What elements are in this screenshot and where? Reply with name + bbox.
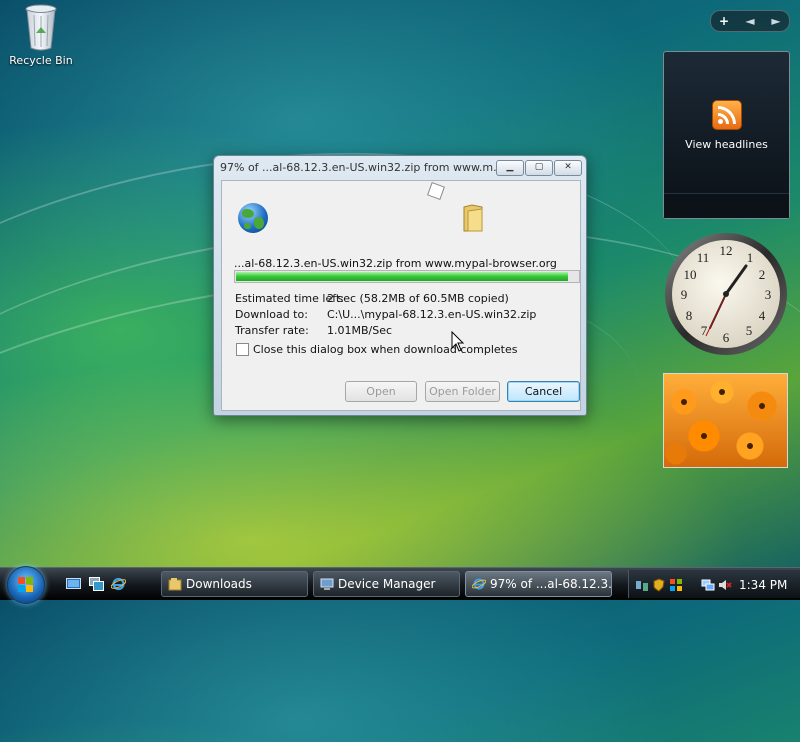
download-progress-bar (234, 270, 580, 283)
system-tray: 1:34 PM (628, 570, 800, 598)
internet-explorer-icon[interactable] (111, 577, 126, 591)
svg-text:9: 9 (681, 287, 688, 302)
globe-icon (238, 203, 268, 233)
sidebar-next-button[interactable]: ► (763, 14, 789, 28)
svg-text:1: 1 (747, 250, 754, 265)
transfer-rate-label: Transfer rate: (235, 324, 309, 337)
recycle-bin-label: Recycle Bin (9, 54, 73, 67)
sidebar-prev-button[interactable]: ◄ (737, 14, 763, 28)
svg-text:11: 11 (697, 250, 710, 265)
switch-windows-icon[interactable] (89, 577, 104, 591)
download-to-label: Download to: (235, 308, 308, 321)
close-button[interactable]: ✕ (554, 160, 582, 176)
device-manager-icon (320, 578, 334, 590)
taskbar-item-label: 97% of ...al-68.12.3... (490, 577, 612, 591)
recycle-bin-icon (25, 4, 57, 51)
dialog-title: 97% of ...al-68.12.3.en-US.win32.zip fro… (220, 161, 504, 174)
progress-fill (236, 272, 568, 281)
open-button[interactable]: Open (345, 381, 417, 402)
network-activity-icon[interactable] (635, 578, 649, 592)
recycle-bin-desktop-icon[interactable]: Recycle Bin (8, 3, 74, 67)
transfer-rate-row: Transfer rate: 1.01MB/Sec (235, 324, 392, 337)
taskbar: Downloads Device Manager 97% of ...al-68… (0, 566, 800, 604)
taskbar-item-downloads[interactable]: Downloads (161, 571, 308, 597)
volume-muted-icon[interactable] (718, 578, 732, 592)
svg-text:10: 10 (684, 267, 697, 282)
ie-icon (472, 578, 486, 590)
cancel-button[interactable]: Cancel (507, 381, 580, 402)
clock-gadget[interactable]: 12 1 2 345 678 9 10 11 (664, 232, 788, 359)
svg-text:5: 5 (746, 323, 753, 338)
download-to-row: Download to: C:\U...\mypal-68.12.3.en-US… (235, 308, 536, 321)
slideshow-gadget[interactable] (663, 373, 788, 468)
start-button[interactable] (7, 566, 45, 604)
svg-text:12: 12 (720, 243, 733, 258)
open-folder-button[interactable]: Open Folder (425, 381, 500, 402)
download-filename: ...al-68.12.3.en-US.win32.zip from www.m… (234, 257, 557, 270)
taskbar-item-label: Downloads (186, 577, 252, 591)
windows-update-icon[interactable] (669, 578, 683, 592)
folder-icon (463, 204, 483, 232)
taskbar-clock[interactable]: 1:34 PM (739, 578, 787, 592)
download-to-value: C:\U...\mypal-68.12.3.en-US.win32.zip (327, 308, 537, 321)
dialog-titlebar[interactable]: 97% of ...al-68.12.3.en-US.win32.zip fro… (214, 156, 586, 178)
flying-paper-icon (427, 182, 445, 200)
download-progress-dialog: 97% of ...al-68.12.3.en-US.win32.zip fro… (213, 155, 587, 416)
view-headlines-label: View headlines (685, 138, 768, 151)
checkbox-box[interactable] (236, 343, 249, 356)
add-gadget-button[interactable]: + (711, 14, 737, 28)
mouse-cursor-icon (451, 331, 465, 352)
svg-text:6: 6 (723, 330, 730, 345)
network-icon[interactable] (701, 578, 715, 592)
taskbar-item-label: Device Manager (338, 577, 436, 591)
close-when-complete-checkbox[interactable]: Close this dialog box when download comp… (236, 343, 517, 356)
minimize-button[interactable]: ▁ (496, 160, 524, 176)
feed-gadget-footer (664, 193, 789, 218)
show-desktop-icon[interactable] (66, 577, 81, 591)
svg-text:3: 3 (765, 287, 772, 302)
transfer-rate-value: 1.01MB/Sec (327, 324, 393, 337)
taskbar-item-download-progress[interactable]: 97% of ...al-68.12.3... (465, 571, 612, 597)
svg-text:4: 4 (759, 308, 766, 323)
feed-headlines-gadget[interactable]: View headlines (663, 51, 790, 219)
rss-feed-icon (711, 100, 742, 130)
maximize-button[interactable]: ▢ (525, 160, 553, 176)
windows-flag-icon (18, 577, 34, 592)
sidebar-controls: + ◄ ► (710, 10, 790, 32)
estimated-time-value: 2 sec (58.2MB of 60.5MB copied) (327, 292, 509, 305)
svg-text:2: 2 (759, 267, 766, 282)
estimated-time-row: Estimated time left: 2 sec (58.2MB of 60… (235, 292, 509, 305)
folder-icon (168, 578, 182, 591)
svg-text:7: 7 (701, 323, 708, 338)
analog-clock-face: 12 12 345 678 91011 (665, 233, 787, 355)
dialog-content: ...al-68.12.3.en-US.win32.zip from www.m… (221, 180, 581, 411)
security-shield-icon[interactable] (652, 578, 666, 592)
svg-text:8: 8 (686, 308, 693, 323)
taskbar-item-device-manager[interactable]: Device Manager (313, 571, 460, 597)
close-when-complete-label: Close this dialog box when download comp… (253, 343, 518, 356)
